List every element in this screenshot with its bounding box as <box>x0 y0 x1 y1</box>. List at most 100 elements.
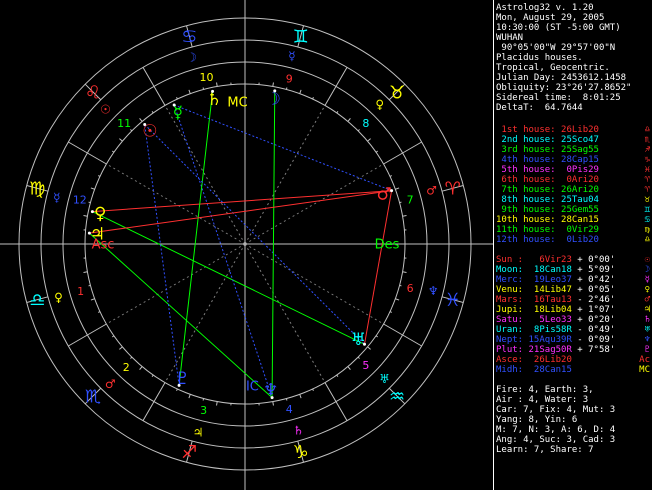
planet-name: Mars: <box>496 295 529 305</box>
degree-tick <box>90 187 95 190</box>
degree-tick <box>216 401 218 406</box>
degree-tick <box>188 89 191 94</box>
house-number: 6 <box>407 282 414 295</box>
planet-icon: ☽ <box>266 90 281 110</box>
planet-row: Merc: 19Leo37 + 0°42' ☿ <box>496 275 650 285</box>
planet-marker <box>390 189 394 193</box>
planet-name: Satu: <box>496 315 529 325</box>
aspect-line <box>92 211 365 345</box>
planet-row: Jupi: 18Lib04 + 1°07' ♃ <box>496 305 650 315</box>
house-cusp-value: 25Sag55 <box>561 145 599 155</box>
planet-position: 15Aqu39R <box>528 335 572 345</box>
planet-marker <box>87 231 91 235</box>
house-label: 10th house: <box>496 215 562 225</box>
degree-tick <box>347 118 351 122</box>
planet-icon: ♃ <box>90 225 105 245</box>
angle-label: IC <box>246 379 259 394</box>
sign-icon: ♋ <box>644 215 650 225</box>
planet-icon: ☉ <box>644 255 650 265</box>
house-cusp <box>68 141 107 165</box>
house-row: 5th house: 0Pis29 ♓ <box>496 165 650 175</box>
zodiac-sign-icon: ♌ <box>85 82 101 103</box>
degree-tick <box>357 356 360 359</box>
house-cusp-inner <box>164 105 246 245</box>
planet-row: Venu: 14Lib47 + 0°05' ♀ <box>496 285 650 295</box>
degree-tick <box>112 335 115 338</box>
planet-marker <box>172 103 176 107</box>
degree-tick <box>139 366 143 370</box>
house-cusp-value: 25Gem55 <box>561 205 599 215</box>
degree-tick <box>97 175 101 177</box>
house-row: 8th house: 25Tau04 ♉ <box>496 195 650 205</box>
planet-latitude: - 2°46' <box>571 295 616 305</box>
ruler-icon: ♆ <box>428 284 439 298</box>
degree-tick <box>202 398 205 401</box>
house-label: 11th house: <box>496 225 562 235</box>
house-cusp <box>142 382 166 421</box>
planet-latitude: + 0°20' <box>571 315 616 325</box>
header-line: Mon, August 29, 2005 <box>496 13 605 23</box>
planet-marker <box>143 122 147 126</box>
degree-tick <box>151 374 154 377</box>
house-cusp-value: 28Cap15 <box>561 155 599 165</box>
sign-icon: ♈ <box>644 185 650 195</box>
degree-tick <box>347 366 351 370</box>
sign-icon: ♈ <box>644 175 650 185</box>
degree-tick <box>90 298 95 301</box>
degree-tick <box>389 175 393 177</box>
sign-icon: ♏ <box>644 135 650 145</box>
stat-line: Ang: 4, Suc: 3, Cad: 3 <box>496 435 616 445</box>
house-row: 11th house: 0Vir29 ♍ <box>496 225 650 235</box>
stat-line: Air : 4, Water: 3 <box>496 395 589 405</box>
planet-row: Sun : 6Vir23 + 0°00' ☉ <box>496 255 650 265</box>
planet-row: Nept: 15Aqu39R - 0°09' ♆ <box>496 335 650 345</box>
stat-line: Learn: 7, Share: 7 <box>496 445 594 455</box>
sign-icon: ♍ <box>644 225 650 235</box>
degree-tick <box>299 89 302 94</box>
house-number: 10 <box>200 71 214 84</box>
aspect-line <box>92 190 392 213</box>
angle-label: Des <box>375 238 400 253</box>
degree-tick <box>112 150 115 153</box>
planet-latitude: + 5°09' <box>571 265 616 275</box>
house-number: 5 <box>362 359 369 372</box>
house-cusp <box>324 382 348 421</box>
house-label: 1st house: <box>496 125 562 135</box>
planet-marker <box>270 396 274 400</box>
house-row: 12th house: 0Lib20 ♎ <box>496 235 650 245</box>
degree-tick <box>399 284 402 287</box>
house-label: 3rd house: <box>496 145 562 155</box>
planet-icon: MC <box>639 365 650 375</box>
zodiac-sign-icon: ♑ <box>293 442 309 463</box>
planet-row: Midh: 28Can15 MC <box>496 365 650 375</box>
planet-icon: ♂ <box>376 184 391 204</box>
ruler-icon: ♀ <box>375 98 384 112</box>
ruler-icon: ♅ <box>379 372 390 386</box>
header-line: 10:30:00 (ST -5:00 GMT) <box>496 23 621 33</box>
zodiac-sign-icon: ♍ <box>29 179 45 200</box>
planet-name: Jupi: <box>496 305 529 315</box>
house-number: 2 <box>123 361 130 374</box>
planet-position: 18Lib04 <box>528 305 572 315</box>
aspect-line <box>144 124 180 386</box>
planet-icon: Ac <box>639 355 650 365</box>
degree-tick <box>402 271 407 273</box>
ruler-icon: ☽ <box>186 51 197 65</box>
house-cusp-value: 25Tau04 <box>561 195 599 205</box>
planet-icon: ♆ <box>644 335 650 345</box>
planet-name: Midh: <box>496 365 529 375</box>
house-cusp-value: 0Pis29 <box>561 165 599 175</box>
ruler-icon: ☉ <box>100 102 111 116</box>
house-label: 9th house: <box>496 205 562 215</box>
planet-name: Venu: <box>496 285 529 295</box>
degree-tick <box>88 201 91 204</box>
planet-icon: ☿ <box>644 275 650 285</box>
stat-line: Car: 7, Fix: 4, Mut: 3 <box>496 405 616 415</box>
house-cusp-value: 28Can15 <box>561 215 599 225</box>
degree-tick <box>336 111 339 114</box>
planet-icon: ♀ <box>644 285 650 295</box>
house-number: 1 <box>77 285 84 298</box>
house-number: 3 <box>200 404 207 417</box>
planet-row: Mars: 16Tau13 - 2°46' ♂ <box>496 295 650 305</box>
house-cusp-inner <box>106 243 246 325</box>
